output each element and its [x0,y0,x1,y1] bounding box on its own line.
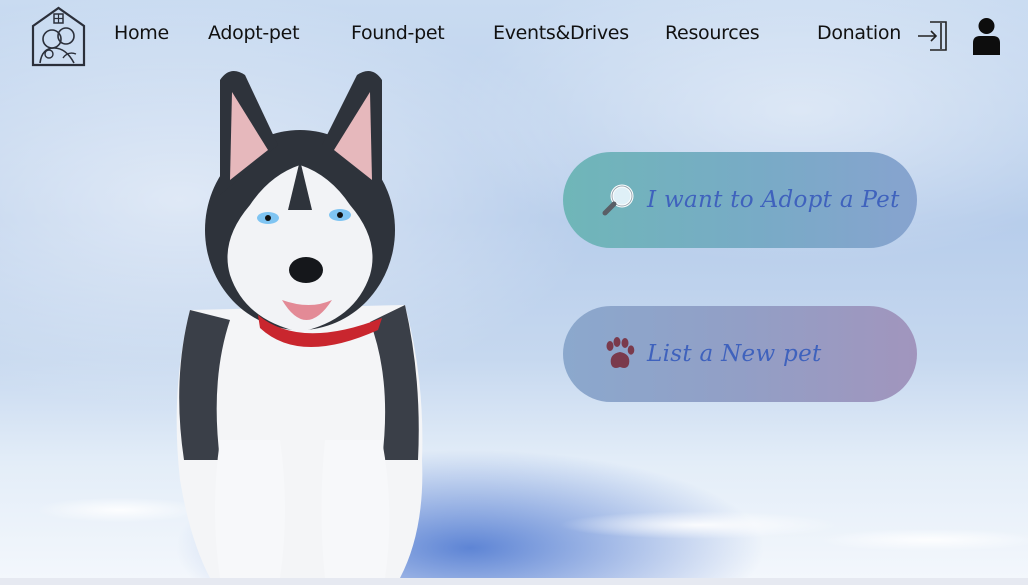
nav-home[interactable]: Home [114,22,169,44]
top-nav: Home Adopt-pet Found-pet Events&Drives R… [0,0,1028,70]
paw-icon [606,337,635,368]
hero-background [0,0,1028,578]
login-icon[interactable] [916,19,950,53]
nav-adopt-pet[interactable]: Adopt-pet [208,22,300,44]
nav-resources[interactable]: Resources [665,22,760,44]
list-new-pet-button[interactable]: List a New pet [563,306,917,402]
husky-image [176,71,423,578]
nav-events-drives[interactable]: Events&Drives [493,22,629,44]
user-icon[interactable] [971,17,1002,55]
bottom-strip [0,578,1028,585]
nav-donation[interactable]: Donation [817,22,901,44]
adopt-pet-label: I want to Adopt a Pet [647,187,900,213]
magnifier-icon [602,184,634,216]
adopt-pet-button[interactable]: I want to Adopt a Pet [563,152,917,248]
list-new-pet-label: List a New pet [647,341,822,367]
nav-found-pet[interactable]: Found-pet [351,22,445,44]
pet-shelter-logo[interactable] [30,6,87,67]
